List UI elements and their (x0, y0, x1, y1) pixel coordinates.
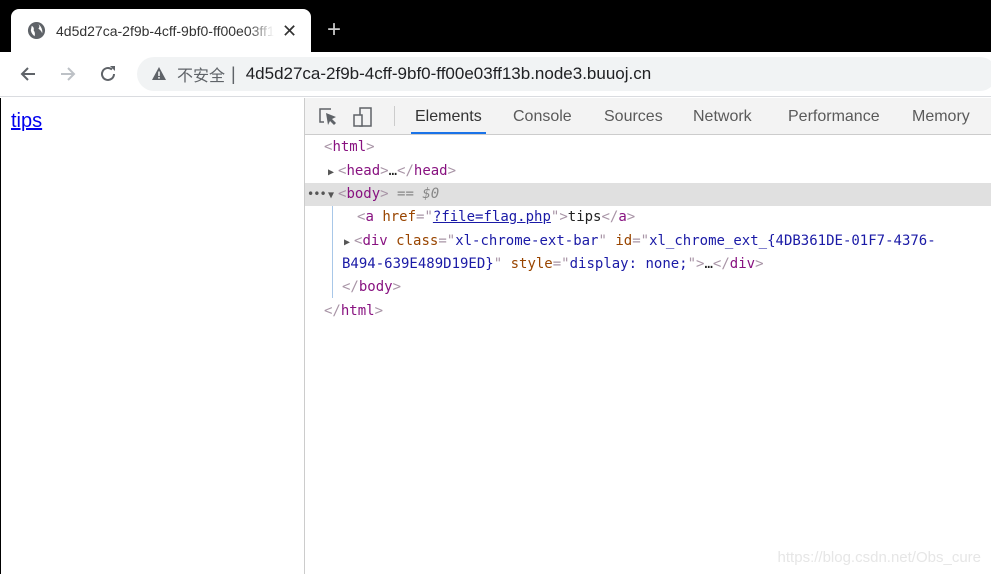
dom-node-div-continued[interactable]: B494-639E489D19ED}" style="display: none… (305, 253, 991, 276)
globe-icon (27, 21, 46, 40)
reload-button[interactable] (96, 62, 120, 86)
dom-node-body-close[interactable]: </body> (305, 276, 991, 299)
page-viewport: tips (0, 98, 304, 574)
expand-triangle-icon[interactable]: ▶ (328, 161, 338, 184)
security-status[interactable]: 不安全 (177, 62, 225, 86)
new-tab-button[interactable]: + (327, 18, 341, 42)
collapse-triangle-icon[interactable]: ▼ (328, 184, 338, 207)
more-options-icon[interactable]: ••• (307, 183, 327, 206)
tab-strip: 4d5d27ca-2f9b-4cff-9bf0-ff00e03ff13b.nod… (0, 0, 991, 52)
tab-sources[interactable]: Sources (600, 98, 667, 134)
browser-tab[interactable]: 4d5d27ca-2f9b-4cff-9bf0-ff00e03ff13b.nod… (11, 9, 311, 52)
forward-button[interactable] (56, 62, 80, 86)
dom-node-a[interactable]: <a href="?file=flag.php">tips</a> (305, 206, 991, 229)
back-button[interactable] (16, 62, 40, 86)
devtools-panel: Elements Console Sources Network Perform… (304, 98, 991, 574)
tab-memory[interactable]: Memory (908, 98, 974, 134)
address-bar[interactable]: 不安全 | 4d5d27ca-2f9b-4cff-9bf0-ff00e03ff1… (137, 57, 991, 91)
dom-node-html[interactable]: <html> (305, 136, 991, 159)
tab-performance[interactable]: Performance (784, 98, 884, 134)
toolbar-divider (394, 106, 395, 126)
dom-node-html-close[interactable]: </html> (305, 300, 991, 323)
dom-node-div[interactable]: ▶ <div class="xl-chrome-ext-bar" id="xl_c… (305, 230, 991, 253)
inspect-element-icon[interactable] (317, 106, 339, 128)
tab-console[interactable]: Console (509, 98, 576, 134)
watermark: https://blog.csdn.net/Obs_cure (777, 549, 981, 566)
href-link[interactable]: ?file=flag.php (433, 209, 551, 225)
url-text[interactable]: 4d5d27ca-2f9b-4cff-9bf0-ff00e03ff13b.nod… (246, 64, 652, 84)
separator: | (231, 63, 236, 84)
tab-network[interactable]: Network (689, 98, 756, 134)
browser-toolbar: 不安全 | 4d5d27ca-2f9b-4cff-9bf0-ff00e03ff1… (0, 52, 991, 97)
devtools-tab-bar: Elements Console Sources Network Perform… (305, 98, 991, 135)
device-toolbar-icon[interactable] (352, 106, 374, 128)
tips-link[interactable]: tips (11, 110, 42, 133)
reload-icon (101, 66, 115, 81)
tab-elements[interactable]: Elements (411, 98, 486, 134)
tab-title: 4d5d27ca-2f9b-4cff-9bf0-ff00e03ff13b.nod… (56, 22, 274, 39)
close-tab-icon[interactable]: ✕ (282, 22, 297, 40)
dom-node-head[interactable]: ▶ <head>…</head> (305, 160, 991, 183)
selected-marker: == $0 (397, 186, 440, 202)
expand-triangle-icon[interactable]: ▶ (344, 231, 354, 254)
forward-arrow-icon (61, 67, 76, 81)
back-arrow-icon (20, 67, 35, 81)
dom-node-body[interactable]: ••• ▼ <body> == $0 (305, 183, 991, 206)
warning-icon (152, 67, 166, 80)
indent-guide (332, 206, 333, 298)
